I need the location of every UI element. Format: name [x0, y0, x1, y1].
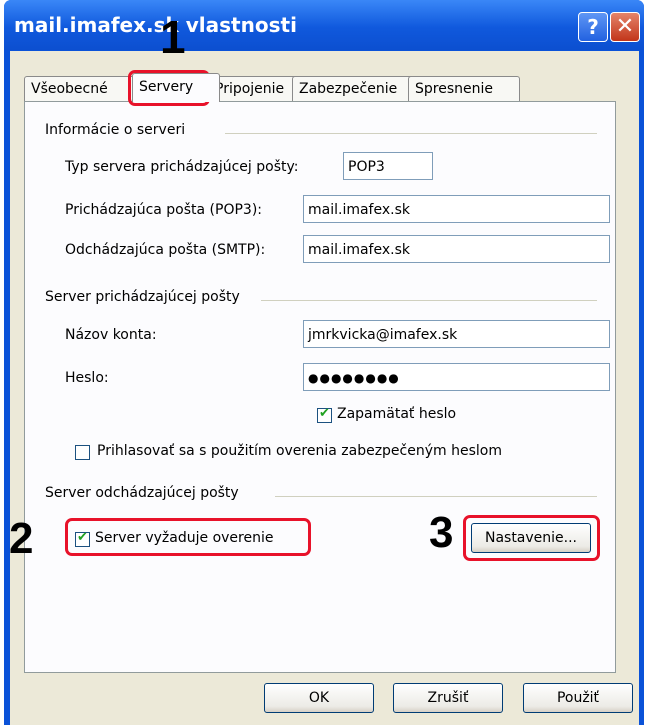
annotation-number-two: 2: [9, 514, 34, 563]
highlight-settings-button: [463, 515, 600, 561]
group-title-outgoing: Server odchádzajúcej pošty: [45, 485, 239, 501]
tab-servery[interactable]: Servery: [132, 73, 220, 102]
close-icon: ✕: [615, 14, 635, 39]
apply-button[interactable]: Použiť: [523, 683, 633, 713]
annotation-number-three: 3: [429, 508, 454, 557]
close-button[interactable]: ✕: [610, 12, 640, 42]
help-button[interactable]: ?: [578, 12, 608, 42]
incoming-server-label: Prichádzajúca pošta (POP3):: [65, 202, 263, 218]
title-bar: mail.imafex.sk vlastnosti ? ✕: [4, 0, 644, 50]
cancel-button[interactable]: Zrušiť: [393, 683, 503, 713]
group-divider: [261, 300, 597, 301]
tab-vseobecne[interactable]: Všeobecné: [24, 76, 135, 101]
tab-zabezpecenie[interactable]: Zabezpečenie: [292, 76, 416, 101]
account-name-input[interactable]: jmrkvicka@imafex.sk: [303, 320, 610, 348]
window-title: mail.imafex.sk vlastnosti: [14, 13, 297, 37]
password-label: Heslo:: [65, 370, 109, 386]
server-type-label: Typ servera prichádzajúcej pošty:: [65, 159, 299, 175]
tab-pripojenie[interactable]: Pripojenie: [208, 76, 300, 101]
ok-button[interactable]: OK: [264, 683, 374, 713]
server-type-field: POP3: [343, 152, 433, 180]
outgoing-server-label: Odchádzajúca pošta (SMTP):: [65, 242, 266, 258]
dialog-client: Všeobecné Servery Pripojenie Zabezpečeni…: [9, 51, 639, 725]
annotation-number-one: 1: [160, 11, 186, 63]
group-divider: [225, 133, 597, 134]
spa-label: Prihlasovať sa s použitím overenia zabez…: [97, 443, 502, 459]
group-title-incoming: Server prichádzajúcej pošty: [45, 289, 240, 305]
tab-spresnenie[interactable]: Spresnenie: [408, 76, 520, 101]
group-divider: [275, 496, 597, 497]
group-title-server-info: Informácie o serveri: [45, 122, 186, 138]
account-name-label: Názov konta:: [65, 327, 157, 343]
highlight-auth-checkbox: [65, 518, 311, 556]
remember-password-label: Zapamätať heslo: [337, 406, 457, 422]
password-input[interactable]: ●●●●●●●●: [303, 363, 610, 391]
spa-checkbox[interactable]: [75, 445, 90, 460]
tab-panel-servery: Informácie o serveri Typ servera prichád…: [9, 101, 616, 673]
question-icon: ?: [587, 15, 599, 39]
outgoing-server-input[interactable]: mail.imafex.sk: [303, 235, 610, 263]
incoming-server-input[interactable]: mail.imafex.sk: [303, 195, 610, 223]
dialog-window: mail.imafex.sk vlastnosti ? ✕ Všeobecné …: [4, 0, 644, 725]
remember-password-checkbox[interactable]: [317, 406, 332, 423]
